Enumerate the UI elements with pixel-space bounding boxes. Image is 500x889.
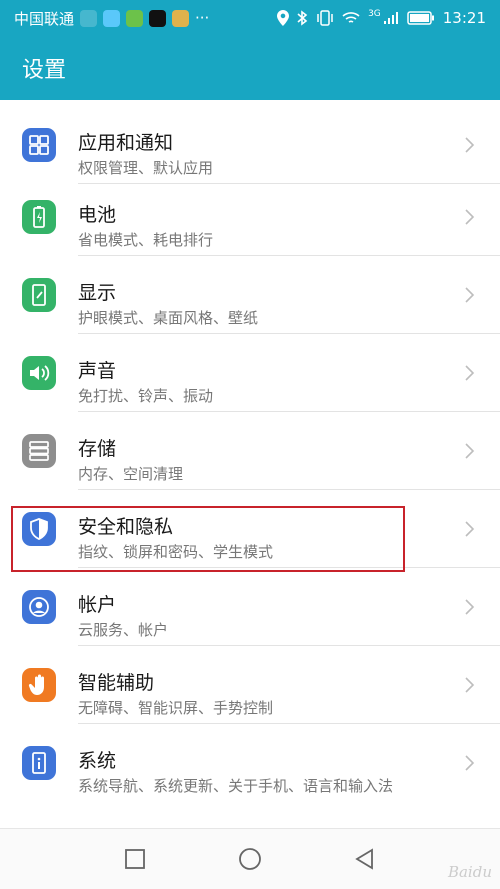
chevron-right-icon [465,365,475,381]
settings-item-subtitle: 免打扰、铃声、振动 [78,387,214,405]
settings-item-accounts[interactable]: 帐户 云服务、帐户 [0,568,500,646]
settings-item-battery[interactable]: 电池 省电模式、耗电排行 [0,178,500,256]
chevron-right-icon [465,521,475,537]
settings-item-display[interactable]: 显示 护眼模式、桌面风格、壁纸 [0,256,500,334]
settings-item-title: 显示 [78,282,117,304]
more-notifications: ··· [195,9,210,27]
battery-icon [22,200,56,234]
settings-item-subtitle: 系统导航、系统更新、关于手机、语言和输入法 [78,777,394,795]
settings-item-subtitle: 无障碍、智能识屏、手势控制 [78,699,274,717]
settings-item-subtitle: 权限管理、默认应用 [78,159,214,177]
network-type-label: 3G [368,9,381,19]
settings-item-title: 应用和通知 [78,132,174,154]
vibrate-icon [317,10,333,26]
chevron-right-icon [465,755,475,771]
chevron-right-icon [465,287,475,303]
settings-item-title: 声音 [78,360,117,382]
apps-grid-icon [22,128,56,162]
settings-item-subtitle: 指纹、锁屏和密码、学生模式 [78,543,274,561]
clock: 13:21 [442,9,486,27]
back-button[interactable] [354,848,376,870]
chevron-right-icon [465,599,475,615]
account-icon [22,590,56,624]
settings-item-title: 系统 [78,750,117,772]
notification-tiktok-icon [149,9,167,27]
baidu-watermark: Baidu [447,863,492,881]
settings-item-title: 帐户 [78,594,117,616]
battery-status-icon [407,11,434,25]
settings-item-storage[interactable]: 存储 内存、空间清理 [0,412,500,490]
settings-item-title: 智能辅助 [78,672,155,694]
chevron-right-icon [465,137,475,153]
app-bar: 设置 [0,36,500,100]
hand-icon [22,668,56,702]
settings-item-system[interactable]: 系统 系统导航、系统更新、关于手机、语言和输入法 [0,724,500,812]
speaker-icon [22,356,56,390]
notification-app-icon [80,9,98,27]
chevron-right-icon [465,443,475,459]
location-icon [277,10,290,26]
settings-item-title: 存储 [78,438,117,460]
display-icon [22,278,56,312]
chevron-right-icon [465,677,475,693]
navigation-bar [0,828,500,889]
notification-video-icon [126,9,144,27]
settings-item-sound[interactable]: 声音 免打扰、铃声、振动 [0,334,500,412]
settings-item-title: 电池 [78,204,117,226]
settings-item-subtitle: 省电模式、耗电排行 [78,231,214,249]
settings-item-title: 安全和隐私 [78,516,174,538]
recent-apps-button[interactable] [124,848,146,870]
bluetooth-icon [297,10,308,26]
settings-item-smart-assistance[interactable]: 智能辅助 无障碍、智能识屏、手势控制 [0,646,500,724]
home-button[interactable] [238,847,262,871]
settings-item-subtitle: 云服务、帐户 [78,621,169,639]
chevron-right-icon [465,209,475,225]
carrier-label: 中国联通 [14,9,75,28]
notification-app-icon [103,9,121,27]
settings-item-security-privacy[interactable]: 安全和隐私 指纹、锁屏和密码、学生模式 [0,490,500,568]
settings-item-subtitle: 内存、空间清理 [78,465,184,483]
info-icon [22,746,56,780]
page-title: 设置 [22,58,67,83]
shield-icon [22,512,56,546]
wifi-icon [342,12,360,23]
settings-list: 应用和通知 权限管理、默认应用 电池 省电模式、耗电排行 显示 护眼模式、桌面风… [0,100,500,812]
notification-app-icon [172,9,190,27]
signal-icon [383,12,398,24]
status-bar: 中国联通 ··· 3G 13:21 [0,0,500,36]
settings-item-apps[interactable]: 应用和通知 权限管理、默认应用 [0,106,500,184]
settings-item-subtitle: 护眼模式、桌面风格、壁纸 [78,309,259,327]
storage-icon [22,434,56,468]
